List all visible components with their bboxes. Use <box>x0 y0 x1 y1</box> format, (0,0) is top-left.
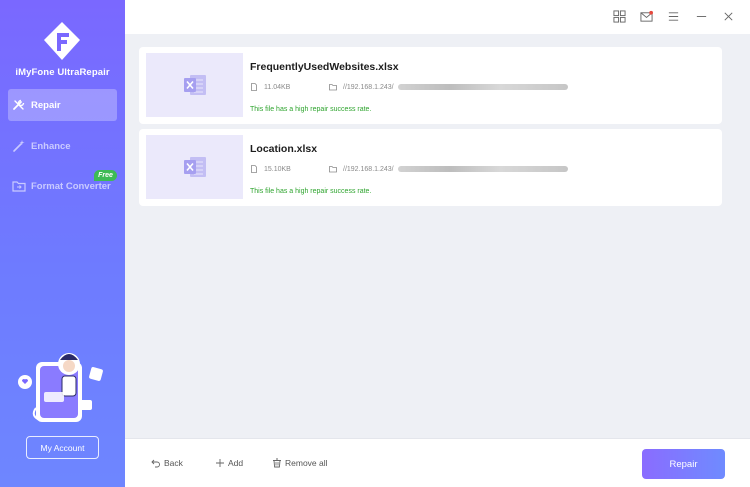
repair-button[interactable]: Repair <box>642 449 725 479</box>
my-account-button[interactable]: My Account <box>26 436 99 459</box>
sidebar-item-label: Repair <box>31 99 61 111</box>
remove-all-label: Remove all <box>285 458 328 468</box>
plus-icon <box>215 458 225 468</box>
menu-icon[interactable] <box>666 9 680 23</box>
file-thumbnail <box>146 135 243 199</box>
mail-icon[interactable] <box>639 9 653 23</box>
remove-all-button[interactable]: Remove all <box>272 458 328 468</box>
sidebar: iMyFone UltraRepair Repair Enhance Forma… <box>0 0 125 487</box>
file-path-value: //192.168.1.243/ <box>343 165 394 173</box>
title-bar <box>125 0 750 34</box>
document-icon <box>250 83 258 91</box>
back-label: Back <box>164 458 183 468</box>
grid-icon[interactable] <box>612 9 626 23</box>
repair-status: This file has a high repair success rate… <box>250 106 372 113</box>
file-size: 11.04KB <box>250 83 290 91</box>
app-name: iMyFone UltraRepair <box>15 67 110 78</box>
file-card[interactable]: Location.xlsx 15.10KB //192.168.1.243/ T… <box>139 129 722 206</box>
redacted-path <box>397 84 568 90</box>
excel-file-icon <box>183 157 206 177</box>
folder-convert-icon <box>12 179 26 193</box>
sidebar-item-label: Format Converter <box>31 180 111 192</box>
folder-icon <box>329 165 337 173</box>
trash-icon <box>272 458 282 468</box>
excel-file-icon <box>183 75 206 95</box>
file-list: FrequentlyUsedWebsites.xlsx 11.04KB //19… <box>125 34 750 438</box>
file-path: //192.168.1.243/ <box>329 165 568 173</box>
bottom-bar: Back Add Remove all Repair <box>125 438 750 487</box>
minimize-icon[interactable] <box>694 9 708 23</box>
folder-icon <box>329 83 337 91</box>
file-size-value: 15.10KB <box>264 165 291 173</box>
redacted-path <box>397 166 568 172</box>
magic-wand-icon <box>12 139 26 153</box>
file-size-value: 11.04KB <box>264 83 291 91</box>
close-icon[interactable] <box>721 9 735 23</box>
sidebar-item-repair[interactable]: Repair <box>8 89 117 121</box>
file-size: 15.10KB <box>250 165 291 173</box>
sidebar-item-label: Enhance <box>31 140 71 152</box>
document-icon <box>250 165 258 173</box>
file-card[interactable]: FrequentlyUsedWebsites.xlsx 11.04KB //19… <box>139 47 722 124</box>
file-path: //192.168.1.243/ <box>329 83 568 91</box>
repair-status: This file has a high repair success rate… <box>250 188 372 195</box>
free-badge: Free <box>94 170 117 181</box>
back-button[interactable]: Back <box>151 458 183 468</box>
add-label: Add <box>228 458 244 468</box>
undo-arrow-icon <box>151 458 161 468</box>
support-illustration <box>18 353 103 422</box>
file-name: Location.xlsx <box>250 143 318 155</box>
add-button[interactable]: Add <box>215 458 243 468</box>
tools-icon <box>12 98 26 112</box>
app-logo-icon <box>44 22 80 60</box>
sidebar-item-enhance[interactable]: Enhance <box>8 130 117 162</box>
file-path-value: //192.168.1.243/ <box>343 83 394 91</box>
file-name: FrequentlyUsedWebsites.xlsx <box>250 61 399 73</box>
file-thumbnail <box>146 53 243 117</box>
